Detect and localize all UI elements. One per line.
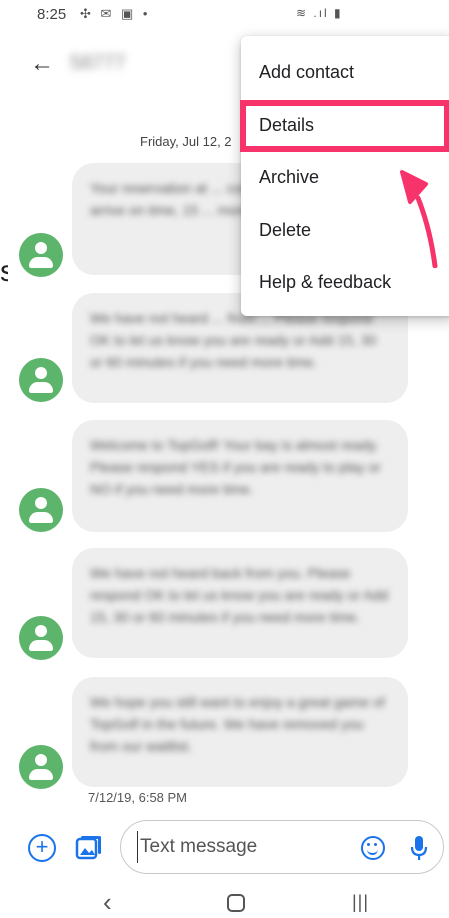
- message-timestamp: 7/12/19, 6:58 PM: [88, 790, 188, 805]
- message-text: We have not heard back from you. Please …: [90, 565, 389, 625]
- pointer-arrow-icon: [400, 170, 438, 268]
- nav-home-icon[interactable]: [227, 894, 245, 912]
- status-time: 8:25: [37, 6, 67, 23]
- message-bubble[interactable]: We hope you still want to enjoy a great …: [72, 677, 408, 787]
- contact-avatar-icon[interactable]: [19, 488, 63, 532]
- message-bubble[interactable]: Welcome to TopGolf! Your bay is almost r…: [72, 420, 408, 532]
- notification-icons: ✣ ✉ ▣ •: [80, 6, 151, 21]
- nav-back-icon[interactable]: ‹: [103, 889, 112, 915]
- message-field[interactable]: [120, 820, 444, 874]
- gallery-icon[interactable]: [74, 834, 102, 862]
- edge-text: s: [0, 257, 8, 287]
- add-attachment-icon[interactable]: +: [28, 834, 56, 862]
- contact-avatar-icon[interactable]: [19, 358, 63, 402]
- highlight-box: [240, 100, 449, 152]
- contact-avatar-icon[interactable]: [19, 616, 63, 660]
- message-text: We have not heard ... from ... Please re…: [90, 310, 377, 370]
- message-text: We hope you still want to enjoy a great …: [90, 694, 385, 754]
- microphone-icon[interactable]: [410, 834, 428, 862]
- signal-battery-icons: ≋ .ıl ▮: [296, 6, 343, 20]
- system-nav-bar: ‹ |||: [0, 888, 449, 918]
- back-arrow-icon[interactable]: ←: [26, 48, 58, 80]
- emoji-icon[interactable]: [361, 836, 385, 860]
- message-text: Welcome to TopGolf! Your bay is almost r…: [90, 437, 381, 497]
- contact-name: 58777: [70, 52, 126, 74]
- text-message-input[interactable]: [137, 831, 357, 863]
- contact-avatar-icon[interactable]: [19, 745, 63, 789]
- message-bubble[interactable]: We have not heard back from you. Please …: [72, 548, 408, 658]
- status-bar: 8:25 ✣ ✉ ▣ • ≋ .ıl ▮: [0, 0, 449, 32]
- compose-bar: +: [0, 820, 449, 876]
- nav-recents-icon[interactable]: |||: [352, 892, 369, 913]
- contact-avatar-icon[interactable]: [19, 233, 63, 277]
- menu-item-add-contact[interactable]: Add contact: [241, 46, 449, 98]
- date-header: Friday, Jul 12, 2: [140, 134, 232, 149]
